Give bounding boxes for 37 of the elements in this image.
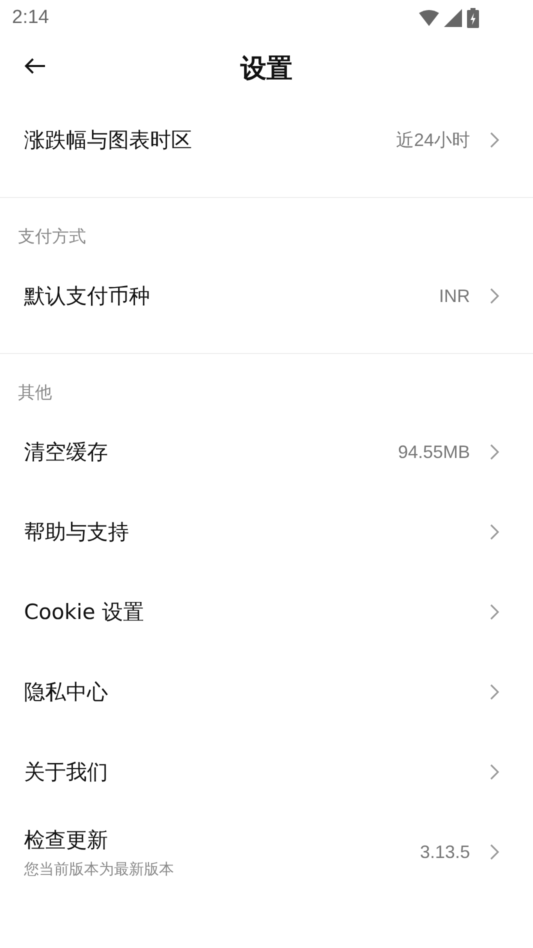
row-subtitle: 您当前版本为最新版本 [24,860,175,878]
settings-row[interactable]: Cookie 设置 [0,572,533,652]
back-arrow-icon [24,58,46,74]
row-label: 关于我们 [24,759,109,786]
row-value: 3.13.5 [420,842,470,862]
row-value: 94.55MB [398,442,470,462]
chevron-right-icon [490,764,499,780]
battery-icon [467,8,479,28]
chevron-right-icon [490,444,499,460]
settings-row[interactable]: 关于我们 [0,732,533,812]
chevron-right-icon [490,604,499,620]
settings-row[interactable]: 隐私中心 [0,652,533,732]
chevron-right-icon [490,132,499,148]
section-header: 支付方式 [17,226,87,249]
row-label: 隐私中心 [24,679,109,706]
chevron-right-icon [490,844,499,860]
settings-row[interactable]: 默认支付币种 INR [0,256,533,336]
row-label: 帮助与支持 [24,519,130,546]
settings-row[interactable]: 清空缓存 94.55MB [0,412,533,492]
row-value: INR [439,286,470,306]
row-label: 清空缓存 [24,439,109,466]
signal-icon [444,9,462,27]
row-label: Cookie 设置 [24,599,145,626]
settings-row[interactable]: 帮助与支持 [0,492,533,572]
section-header: 其他 [17,382,53,405]
row-label: 涨跌幅与图表时区 [24,127,193,154]
wifi-icon [419,10,439,26]
chevron-right-icon [490,524,499,540]
row-label: 检查更新 [24,826,109,854]
row-value: 近24小时 [396,129,470,152]
settings-row[interactable]: 涨跌幅与图表时区 近24小时 [0,100,533,180]
row-label: 默认支付币种 [24,283,151,310]
page-title: 设置 [240,52,292,86]
chevron-right-icon [490,288,499,304]
status-time: 2:14 [12,7,49,29]
settings-row[interactable]: 检查更新 您当前版本为最新版本 3.13.5 [0,812,533,892]
chevron-right-icon [490,684,499,700]
